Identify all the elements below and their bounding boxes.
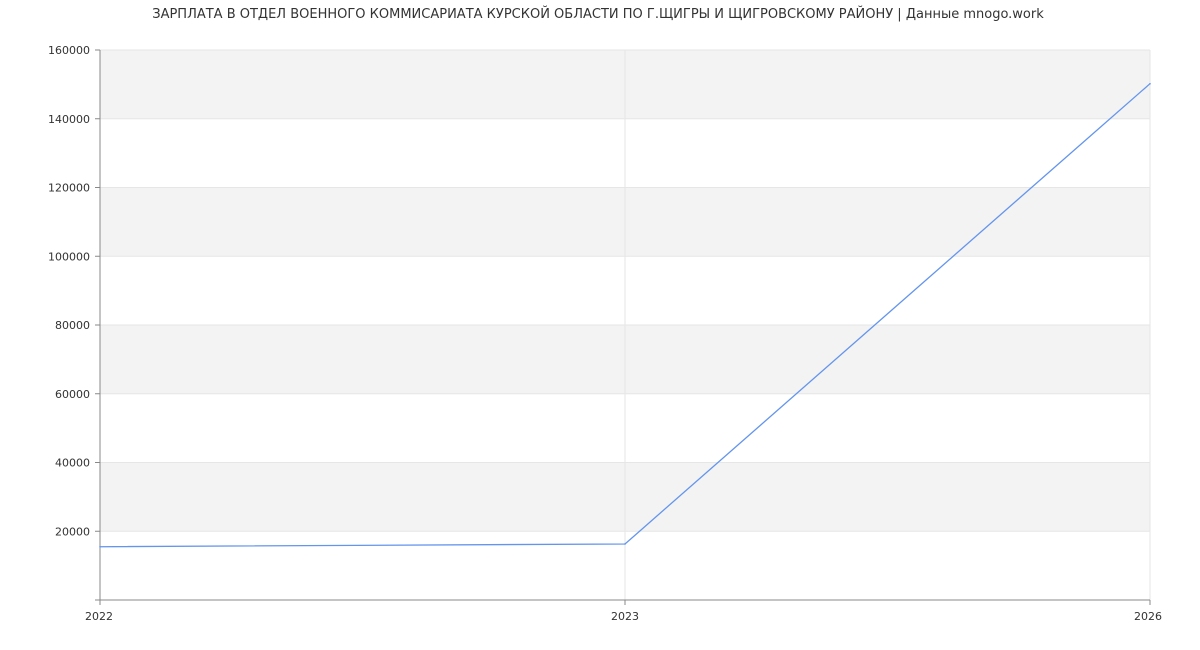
y-tick-label: 40000 (55, 457, 90, 470)
y-tick-label: 160000 (48, 44, 90, 57)
data-point (1149, 82, 1151, 85)
chart-container: 20000 40000 60000 80000 100000 120000 140000 16… (0, 0, 1200, 650)
y-tick-label: 100000 (48, 250, 90, 263)
chart-title: ЗАРПЛАТА В ОТДЕЛ ВОЕННОГО КОММИСАРИАТА К… (152, 6, 1044, 22)
x-tick-label: 2022 (85, 610, 113, 623)
data-point (624, 543, 626, 545)
y-tick-label: 60000 (55, 388, 90, 401)
x-tick-label: 2026 (1134, 610, 1162, 623)
data-point (99, 545, 101, 548)
y-tick-label: 20000 (55, 525, 90, 538)
y-tick-labels: 20000 40000 60000 80000 100000 120000 140000 16… (48, 44, 90, 538)
line-chart: 20000 40000 60000 80000 100000 120000 140000 16… (48, 6, 1162, 623)
y-tick-label: 140000 (48, 113, 90, 126)
x-tick-label: 2023 (611, 610, 639, 623)
y-tick-label: 80000 (55, 319, 90, 332)
y-tick-label: 120000 (48, 182, 90, 195)
x-tick-labels: 2022 2023 2026 (85, 610, 1162, 623)
